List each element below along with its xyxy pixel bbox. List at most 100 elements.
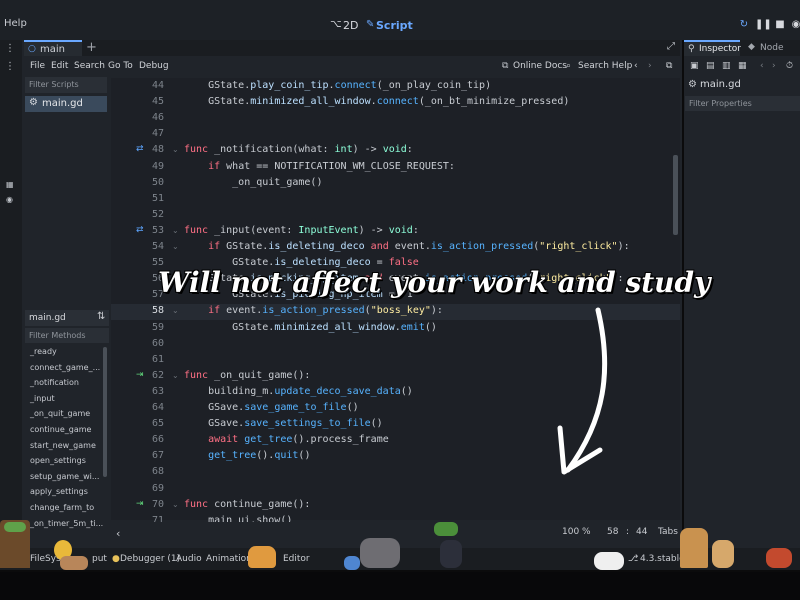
method-item[interactable]: connect_game_... (25, 363, 109, 379)
slot-arrow-icon[interactable]: ⇥ (136, 370, 144, 380)
output-tab[interactable]: put (92, 554, 107, 564)
history-back-icon[interactable]: ‹ (760, 61, 764, 71)
code-line: building_m.update_deco_save_data() (184, 386, 413, 397)
grip-icon-2[interactable]: ⋮ (5, 61, 15, 72)
inspector-file: main.gd (700, 79, 741, 90)
method-item[interactable]: start_new_game (25, 441, 109, 457)
history-icon[interactable]: ⏱ (786, 61, 793, 71)
nav-back-icon[interactable]: ‹ (634, 61, 638, 71)
method-item[interactable]: apply_settings (25, 487, 109, 503)
method-item[interactable]: _ready (25, 347, 109, 363)
indent-mode[interactable]: Tabs (658, 527, 678, 537)
method-item[interactable]: _on_timer_5m_ti... (25, 519, 109, 535)
method-item[interactable]: open_settings (25, 456, 109, 472)
menu-goto[interactable]: Go To (108, 61, 133, 71)
fold-arrow-icon[interactable]: ⌄ (172, 242, 179, 251)
methods-scrollbar[interactable] (103, 347, 107, 477)
eye-icon[interactable]: ◉ (6, 195, 13, 204)
code-token: ) -> (352, 144, 383, 156)
line-number: 45 (151, 96, 164, 108)
debugger-tab[interactable]: Debugger (1) (120, 554, 180, 564)
fold-arrow-icon[interactable]: ⌄ (172, 500, 179, 509)
method-item[interactable]: continue_game (25, 425, 109, 441)
pause-icon[interactable]: ❚❚ (755, 18, 772, 32)
code-token: what == NOTIFICATION_WM_CLOSE_REQUEST: (220, 160, 455, 172)
tab-node[interactable]: Node (760, 43, 784, 53)
method-item[interactable]: change_farm_to (25, 503, 109, 519)
animation-tab[interactable]: Animation (206, 554, 252, 564)
float-window-icon[interactable]: ⧉ (666, 61, 672, 71)
method-item[interactable]: setup_game_wi... (25, 472, 109, 488)
code-token: : (406, 144, 413, 156)
method-item[interactable]: _on_quit_game (25, 409, 109, 425)
menu-help[interactable]: Help (4, 18, 27, 29)
node-icon: ○ (28, 44, 36, 54)
open-resource-icon[interactable]: ▤ (706, 61, 715, 71)
code-token: update_deco_save_data (274, 385, 401, 397)
signal-connection-icon[interactable]: ⇄ (136, 225, 144, 235)
editor-scrollbar[interactable] (673, 155, 678, 235)
toggle-panel-icon[interactable]: ‹ (116, 527, 120, 540)
zoom-level[interactable]: 100 % (562, 527, 591, 537)
save-resource-icon[interactable]: ▥ (722, 61, 731, 71)
fold-arrow-icon[interactable]: ⌄ (172, 306, 179, 315)
menu-edit[interactable]: Edit (51, 61, 68, 71)
menu-search[interactable]: Search (74, 61, 105, 71)
signal-connection-icon[interactable]: ⇄ (136, 144, 144, 154)
reload-icon[interactable]: ↻ (737, 18, 751, 32)
code-line: _on_quit_game() (184, 177, 322, 188)
script-list-item-label: main.gd (42, 98, 83, 109)
filter-properties-input[interactable]: Filter Properties (685, 96, 800, 111)
online-docs-link[interactable]: Online Docs (513, 61, 567, 71)
code-token: func (184, 369, 209, 381)
code-token: is_action_pressed (262, 305, 365, 317)
code-token: save_settings_to_file (244, 418, 371, 430)
code-token: void (388, 224, 413, 236)
tab-main[interactable]: ○ main (24, 40, 82, 56)
line-number: 49 (151, 160, 164, 172)
filter-methods-input[interactable]: Filter Methods (25, 328, 109, 343)
line-number: 52 (151, 208, 164, 220)
audio-tab[interactable]: Audio (176, 554, 202, 564)
slot-arrow-icon[interactable]: ⇥ (136, 499, 144, 509)
line-number: 54 (151, 241, 164, 252)
movie-icon[interactable]: ◉ (789, 18, 800, 32)
menu-debug[interactable]: Debug (139, 61, 169, 71)
script-list-item[interactable]: ⚙ main.gd (25, 96, 107, 112)
code-token: and (370, 241, 389, 252)
line-number: 67 (151, 450, 164, 462)
method-item[interactable]: _notification (25, 378, 109, 394)
code-line: if event.is_action_pressed("boss_key"): (184, 305, 443, 316)
code-token: is_action_pressed (430, 241, 534, 252)
2d-icon: ⌥ (330, 19, 342, 30)
new-resource-icon[interactable]: ▣ (690, 61, 699, 71)
nav-forward-icon[interactable]: › (648, 61, 652, 71)
code-token: (_on_play_coin_tip) (376, 80, 492, 91)
code-token: (_on_bt_minimize_pressed) (418, 96, 570, 108)
menu-file[interactable]: File (30, 61, 45, 71)
code-token: save_game_to_file (244, 402, 347, 413)
mode-script-button[interactable]: Script (376, 19, 413, 32)
stop-icon[interactable]: ■ (773, 18, 787, 32)
fold-arrow-icon[interactable]: ⌄ (172, 226, 179, 235)
tab-inspector[interactable]: ⚲ Inspector (684, 40, 741, 56)
expand-icon[interactable]: ⤢ (667, 41, 675, 52)
tab-inspector-label: Inspector (699, 44, 741, 54)
search-help-button[interactable]: Search Help (578, 61, 632, 71)
code-line: func continue_game(): (184, 499, 310, 510)
grip-icon[interactable]: ⋮ (5, 43, 15, 54)
movie-maker-icon[interactable]: ▦ (6, 180, 14, 189)
cursor-separator: : (626, 527, 630, 537)
mode-2d-button[interactable]: 2D (343, 19, 358, 32)
code-token: ): (430, 305, 443, 317)
method-item[interactable]: _input (25, 394, 109, 410)
add-tab-icon[interactable]: + (86, 40, 97, 55)
shader-editor-tab[interactable]: Editor (283, 554, 310, 564)
code-line: func _input(event: InputEvent) -> void: (184, 225, 419, 236)
resource-menu-icon[interactable]: ▦ (738, 61, 747, 71)
fold-arrow-icon[interactable]: ⌄ (172, 371, 179, 380)
sort-icon[interactable]: ⇅ (97, 311, 105, 322)
filter-scripts-input[interactable]: Filter Scripts (25, 77, 107, 93)
history-forward-icon[interactable]: › (772, 61, 776, 71)
fold-arrow-icon[interactable]: ⌄ (172, 145, 179, 154)
